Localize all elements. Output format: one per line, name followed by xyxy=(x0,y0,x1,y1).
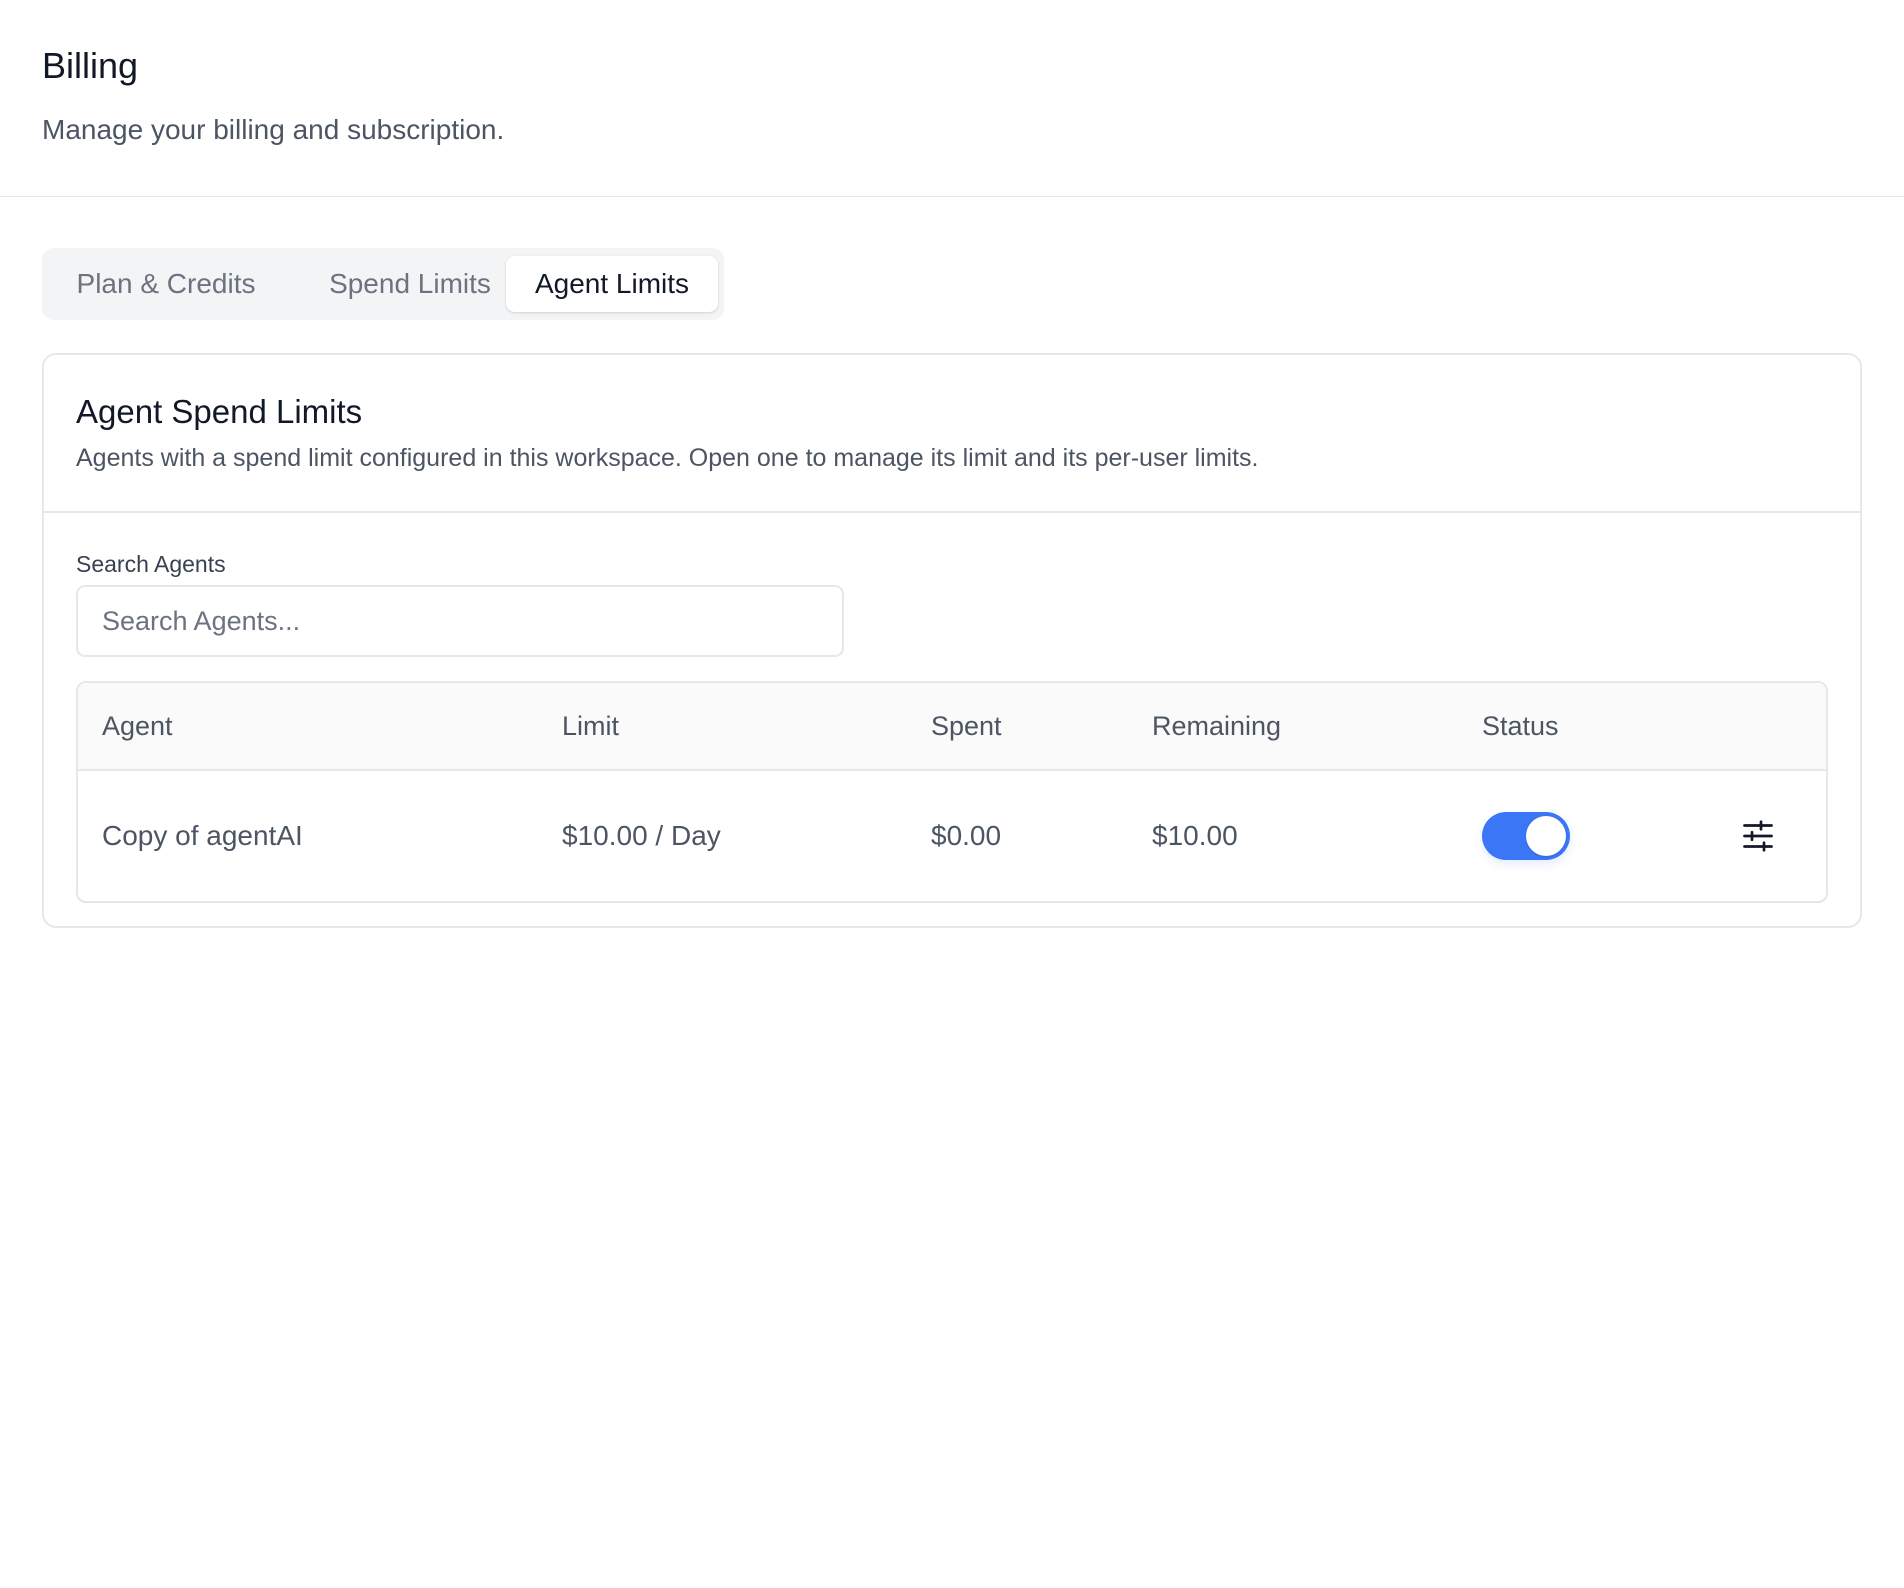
agents-table: Agent Limit Spent Remaining Status Copy … xyxy=(76,681,1828,903)
tab-agent-limits[interactable]: Agent Limits xyxy=(506,256,718,312)
tab-plan-credits[interactable]: Plan & Credits xyxy=(50,256,282,312)
page-title: Billing xyxy=(42,45,139,86)
column-header-limit: Limit xyxy=(562,711,620,741)
card-title: Agent Spend Limits xyxy=(76,393,363,430)
page-header: Billing Manage your billing and subscrip… xyxy=(0,0,1904,197)
table-row[interactable]: Copy of agentAI $10.00 / Day $0.00 $10.0… xyxy=(78,771,1826,901)
agent-spend-limits-card: Agent Spend Limits Agents with a spend l… xyxy=(42,353,1862,928)
table-header: Agent Limit Spent Remaining Status xyxy=(78,683,1826,771)
search-label: Search Agents xyxy=(76,551,226,577)
agent-spent: $0.00 xyxy=(931,820,1002,851)
column-header-agent: Agent xyxy=(102,711,173,741)
manage-limits-button[interactable] xyxy=(1740,818,1776,854)
column-header-spent: Spent xyxy=(931,711,1002,741)
column-header-status: Status xyxy=(1482,711,1559,741)
tab-spend-limits[interactable]: Spend Limits xyxy=(292,256,528,312)
search-input[interactable] xyxy=(76,585,844,657)
card-divider xyxy=(44,511,1860,513)
column-header-remaining: Remaining xyxy=(1152,711,1282,741)
status-toggle[interactable] xyxy=(1482,812,1570,860)
agent-remaining: $10.00 xyxy=(1152,820,1238,851)
billing-tabs: Plan & Credits Spend Limits Agent Limits xyxy=(42,248,724,320)
agent-limit: $10.00 / Day xyxy=(562,820,721,851)
sliders-icon xyxy=(1743,820,1773,852)
agent-name: Copy of agentAI xyxy=(102,820,303,851)
toggle-knob xyxy=(1526,816,1566,856)
page-subtitle: Manage your billing and subscription. xyxy=(42,114,505,145)
card-description: Agents with a spend limit configured in … xyxy=(76,444,1259,472)
